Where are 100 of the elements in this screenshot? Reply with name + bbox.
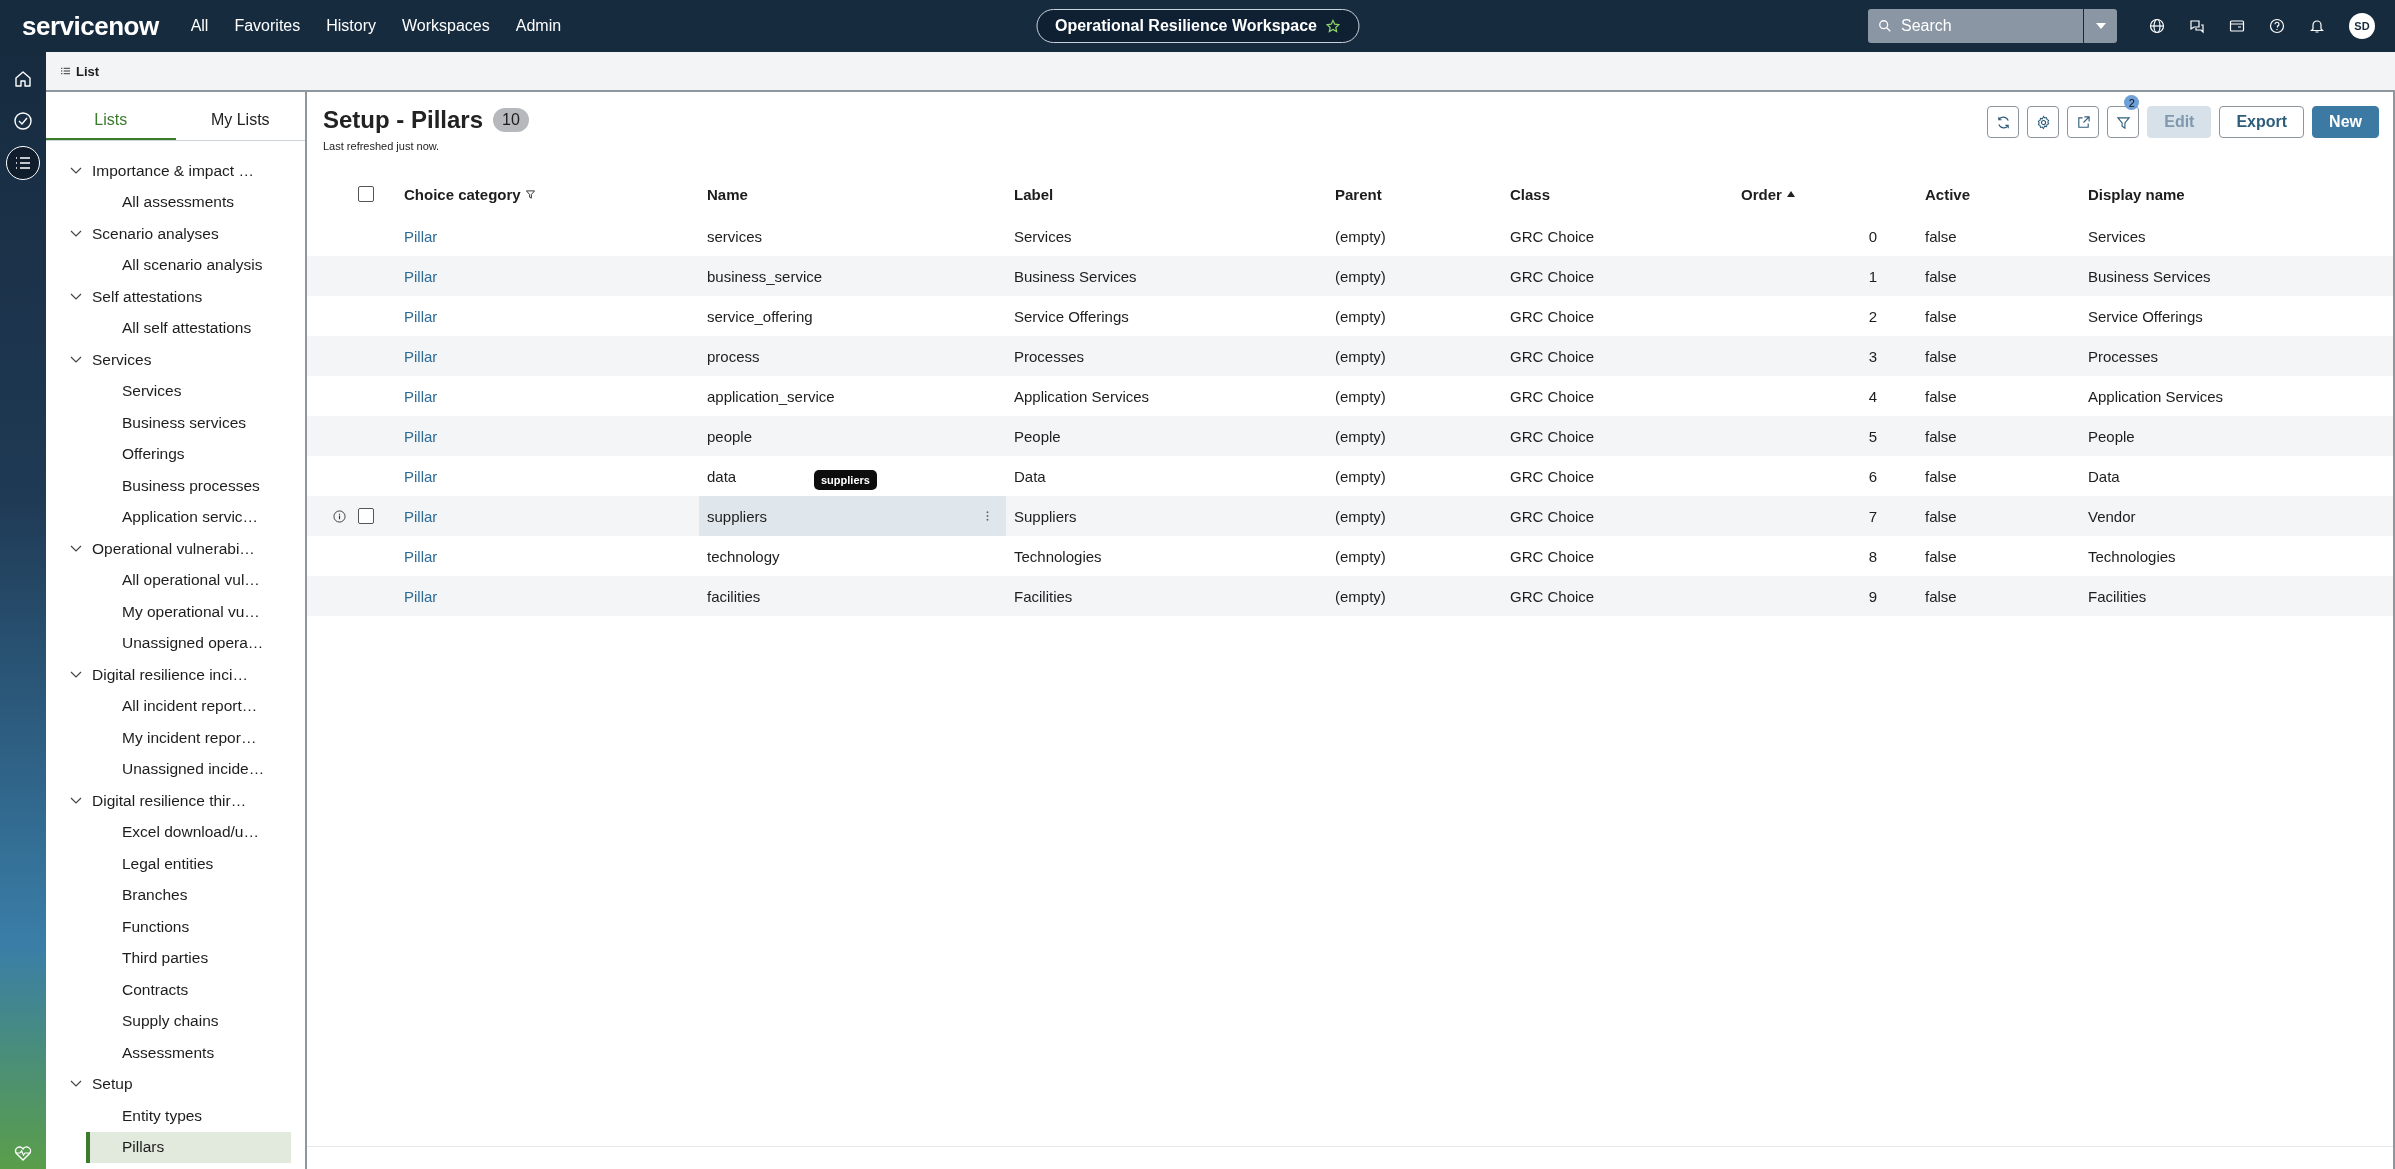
tree-item[interactable]: All incident report… <box>86 690 291 722</box>
tree-item[interactable]: My operational vu… <box>86 596 291 628</box>
tree-group[interactable]: Operational vulnerabi… <box>46 533 305 565</box>
table-cell: technology <box>707 547 780 565</box>
table-cell: Processes <box>1014 347 1085 365</box>
table-cell: 4 <box>1868 387 1877 405</box>
heart-pulse-icon[interactable] <box>13 1143 33 1163</box>
select-all-checkbox[interactable] <box>358 186 374 202</box>
category-link[interactable]: Pillar <box>404 427 438 445</box>
tree-group[interactable]: Setup <box>46 1068 305 1100</box>
column-header[interactable]: Name <box>699 172 1006 216</box>
more-options-icon[interactable] <box>986 510 989 522</box>
chat-icon[interactable] <box>2189 18 2205 34</box>
tree-item[interactable]: Business processes <box>86 470 291 502</box>
sidebar-tab[interactable]: My Lists <box>175 92 305 140</box>
tree-item[interactable]: Functions <box>86 911 291 943</box>
user-avatar[interactable]: SD <box>2349 13 2375 39</box>
table-cell: (empty) <box>1335 507 1386 525</box>
chevron-icon <box>70 670 82 679</box>
tree-item[interactable]: Pillars <box>86 1131 291 1163</box>
category-link[interactable]: Pillar <box>404 387 438 405</box>
category-link[interactable]: Pillar <box>404 267 438 285</box>
action-button[interactable]: Export <box>2219 106 2305 138</box>
tree-item[interactable]: Offerings <box>86 438 291 470</box>
column-header[interactable]: Display name <box>2080 172 2393 216</box>
tree-group[interactable]: Scenario analyses <box>46 218 305 250</box>
nav-menu-item[interactable]: History <box>326 17 376 35</box>
nav-menu-item[interactable]: Admin <box>515 17 562 35</box>
refresh-button[interactable] <box>1987 106 2020 138</box>
chevron-icon <box>70 292 82 301</box>
bell-icon[interactable] <box>2309 18 2325 34</box>
rail-button[interactable] <box>6 146 40 180</box>
tree-item[interactable]: Third parties <box>86 942 291 974</box>
category-link[interactable]: Pillar <box>404 467 438 485</box>
tree-item[interactable]: Application servic… <box>86 501 291 533</box>
tree-item[interactable]: Assessments <box>86 1037 291 1069</box>
sidebar-tab[interactable]: Lists <box>46 92 176 140</box>
tree-group[interactable]: Digital resilience inci… <box>46 659 305 691</box>
tree-item[interactable]: All operational vul… <box>86 564 291 596</box>
nav-menu-item[interactable]: Favorites <box>234 17 301 35</box>
tree-item[interactable]: Entity types <box>86 1100 291 1132</box>
table-cell: false <box>1925 547 1957 565</box>
tree-item[interactable]: My incident repor… <box>86 722 291 754</box>
table-cell: 7 <box>1868 507 1877 525</box>
action-button[interactable]: New <box>2312 106 2379 138</box>
table-cell: Business Services <box>1014 267 1137 285</box>
tree-item[interactable]: Services <box>86 375 291 407</box>
category-link[interactable]: Pillar <box>404 227 438 245</box>
table-cell: Data <box>2088 467 2120 485</box>
tree-item[interactable]: Branches <box>86 879 291 911</box>
column-header[interactable]: Order <box>1733 172 1917 216</box>
category-link[interactable]: Pillar <box>404 507 438 525</box>
tree-item[interactable]: Supply chains <box>86 1005 291 1037</box>
tree-item[interactable]: Legal entities <box>86 848 291 880</box>
table-cell: Technologies <box>1014 547 1102 565</box>
card-icon[interactable] <box>2229 18 2245 34</box>
tree-group[interactable]: Services <box>46 344 305 376</box>
share-button[interactable] <box>2067 106 2100 138</box>
tree-group[interactable]: Importance & impact … <box>46 155 305 187</box>
filter-button[interactable] <box>2107 106 2140 138</box>
filter-count-badge: 2 <box>2124 95 2140 110</box>
table-cell: 2 <box>1868 307 1877 325</box>
row-checkbox[interactable] <box>358 508 374 524</box>
tree-item[interactable]: All self attestations <box>86 312 291 344</box>
tree-item[interactable]: Unassigned incide… <box>86 753 291 785</box>
tree-item[interactable]: All scenario analysis <box>86 249 291 281</box>
search-field[interactable]: Search <box>1868 9 2083 43</box>
table-cell: Application Services <box>1014 387 1150 405</box>
tree-item[interactable]: Contracts <box>86 974 291 1006</box>
column-header[interactable]: Label <box>1006 172 1327 216</box>
column-header[interactable]: Choice category <box>394 172 699 216</box>
info-icon[interactable] <box>333 509 346 523</box>
help-icon[interactable] <box>2269 18 2285 34</box>
column-header[interactable]: Class <box>1502 172 1733 216</box>
table-cell: GRC Choice <box>1510 387 1595 405</box>
logo[interactable]: servicenow <box>22 10 159 42</box>
tree-group[interactable]: Self attestations <box>46 281 305 313</box>
nav-menu-item[interactable]: Workspaces <box>402 17 490 35</box>
breadcrumb-label[interactable]: List <box>76 63 100 79</box>
category-link[interactable]: Pillar <box>404 587 438 605</box>
category-link[interactable]: Pillar <box>404 547 438 565</box>
column-header[interactable]: Active <box>1917 172 2080 216</box>
nav-menu-item[interactable]: All <box>190 17 209 35</box>
tree-item[interactable]: Excel download/u… <box>86 816 291 848</box>
settings-button[interactable] <box>2027 106 2060 138</box>
table-cell: 0 <box>1868 227 1877 245</box>
search-dropdown-button[interactable] <box>2083 9 2117 43</box>
column-header[interactable]: Parent <box>1327 172 1502 216</box>
table-cell: (empty) <box>1335 467 1386 485</box>
category-link[interactable]: Pillar <box>404 307 438 325</box>
tree-item[interactable]: Unassigned opera… <box>86 627 291 659</box>
table-cell: business_service <box>707 267 823 285</box>
workspace-pill[interactable]: Operational Resilience Workspace <box>1036 9 1359 43</box>
globe-icon[interactable] <box>2149 18 2165 34</box>
tree-item[interactable]: Business services <box>86 407 291 439</box>
category-link[interactable]: Pillar <box>404 347 438 365</box>
tree-group[interactable]: Digital resilience thir… <box>46 785 305 817</box>
tree-item[interactable]: All assessments <box>86 186 291 218</box>
chevron-icon <box>70 544 82 553</box>
sort-ascending-icon <box>1786 191 1795 197</box>
